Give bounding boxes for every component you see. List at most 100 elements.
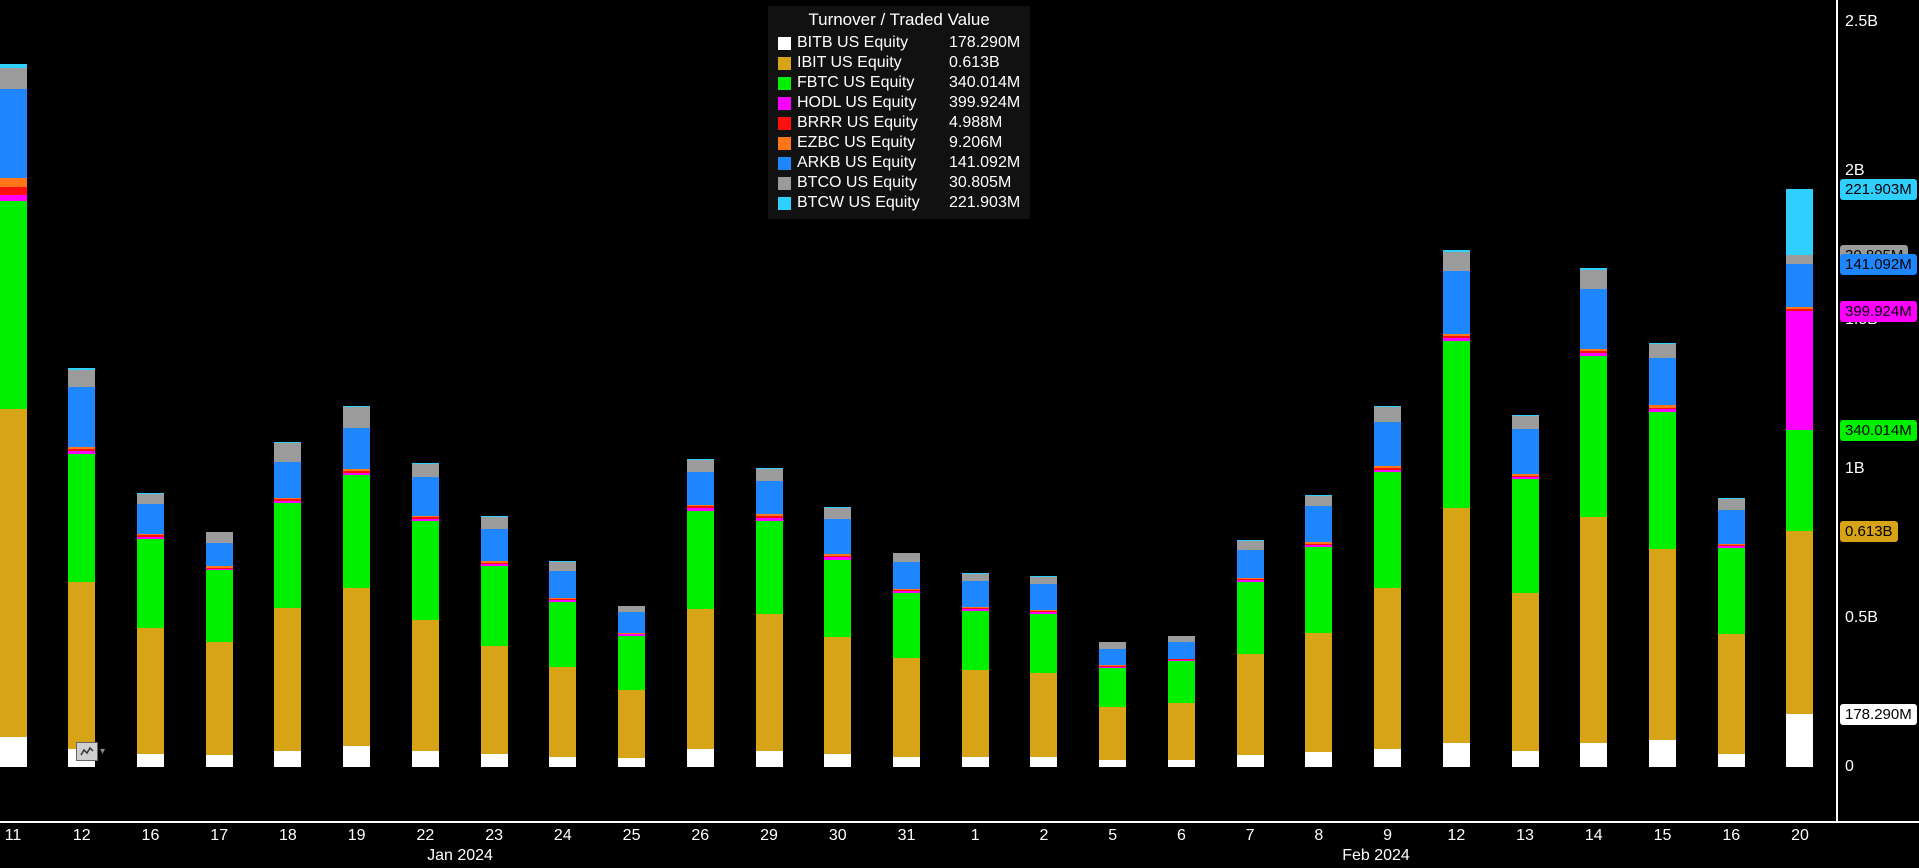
bar-segment-BTCO <box>1237 541 1264 550</box>
bar-12[interactable] <box>1443 250 1470 767</box>
bar-segment-BITB <box>756 751 783 767</box>
bar-segment-BTCO <box>137 494 164 504</box>
bar-segment-BITB <box>1649 740 1676 767</box>
y-tick-label: 0.5B <box>1845 609 1878 627</box>
bar-segment-FBTC <box>824 560 851 637</box>
legend-item[interactable]: EZBC US Equity9.206M <box>778 133 1020 153</box>
legend-item[interactable]: FBTC US Equity340.014M <box>778 73 1020 93</box>
bar-segment-FBTC <box>1512 479 1539 592</box>
bar-segment-ARKB <box>756 481 783 514</box>
legend-item-name: FBTC US Equity <box>797 74 949 92</box>
bar-14[interactable] <box>1580 268 1607 767</box>
legend-item-value: 178.290M <box>949 34 1020 52</box>
x-tick-label: 22 <box>416 827 434 845</box>
bar-segment-HODL <box>1786 311 1813 430</box>
bar-segment-ARKB <box>412 477 439 516</box>
legend-item-value: 141.092M <box>949 154 1020 172</box>
bar-11[interactable] <box>0 64 27 767</box>
legend-item[interactable]: HODL US Equity399.924M <box>778 93 1020 113</box>
bar-segment-BITB <box>1512 751 1539 767</box>
bar-16[interactable] <box>1718 498 1745 767</box>
x-axis-line <box>0 821 1919 823</box>
legend-item[interactable]: ARKB US Equity141.092M <box>778 153 1020 173</box>
bar-segment-BTCO <box>1099 642 1126 649</box>
x-tick-label: 29 <box>760 827 778 845</box>
legend-item-name: BRRR US Equity <box>797 114 949 132</box>
x-tick-label: 8 <box>1314 827 1323 845</box>
bar-8[interactable] <box>1305 495 1332 767</box>
bar-segment-ARKB <box>481 529 508 562</box>
bar-17[interactable] <box>206 532 233 767</box>
bar-1[interactable] <box>962 573 989 767</box>
legend-item[interactable]: BITB US Equity178.290M <box>778 33 1020 53</box>
bar-segment-BTCO <box>68 370 95 388</box>
chevron-down-icon[interactable]: ▾ <box>100 746 105 757</box>
x-tick-label: 2 <box>1039 827 1048 845</box>
bar-segment-FBTC <box>1099 668 1126 707</box>
bar-segment-BTCO <box>1443 252 1470 271</box>
bar-7[interactable] <box>1237 540 1264 767</box>
bar-12[interactable] <box>68 368 95 767</box>
legend-item[interactable]: BTCW US Equity221.903M <box>778 193 1020 213</box>
bar-segment-BITB <box>1168 760 1195 767</box>
bar-segment-IBIT <box>1305 633 1332 752</box>
x-tick-label: 19 <box>348 827 366 845</box>
bar-23[interactable] <box>481 516 508 767</box>
bar-18[interactable] <box>274 442 301 767</box>
legend-item-value: 0.613B <box>949 54 1000 72</box>
bar-segment-IBIT <box>481 646 508 753</box>
legend-item[interactable]: IBIT US Equity0.613B <box>778 53 1020 73</box>
legend-item-name: BTCO US Equity <box>797 174 949 192</box>
x-tick-label: 26 <box>691 827 709 845</box>
bar-segment-FBTC <box>0 201 27 410</box>
bar-segment-IBIT <box>274 608 301 751</box>
x-tick-label: 13 <box>1516 827 1534 845</box>
bar-segment-ARKB <box>1305 506 1332 542</box>
bar-segment-BTCO <box>1649 344 1676 357</box>
bar-29[interactable] <box>756 468 783 767</box>
chart-type-icon <box>76 742 98 761</box>
bar-30[interactable] <box>824 507 851 767</box>
x-tick-label: 20 <box>1791 827 1809 845</box>
bar-16[interactable] <box>137 493 164 767</box>
month-label: Jan 2024 <box>427 847 493 865</box>
bar-segment-IBIT <box>1718 634 1745 753</box>
bar-24[interactable] <box>549 561 576 767</box>
bar-20[interactable] <box>1786 189 1813 767</box>
y-tick-label: 1B <box>1845 460 1865 478</box>
legend-item[interactable]: BRRR US Equity4.988M <box>778 113 1020 133</box>
bar-segment-ARKB <box>618 612 645 633</box>
bar-25[interactable] <box>618 606 645 767</box>
bar-segment-BTCO <box>549 562 576 571</box>
bar-19[interactable] <box>343 406 370 767</box>
legend-item-name: ARKB US Equity <box>797 154 949 172</box>
bar-22[interactable] <box>412 463 439 767</box>
legend-item[interactable]: BTCO US Equity30.805M <box>778 173 1020 193</box>
bar-segment-BITB <box>618 758 645 767</box>
bar-segment-FBTC <box>412 521 439 619</box>
bar-segment-BTCO <box>343 407 370 428</box>
bar-5[interactable] <box>1099 642 1126 767</box>
bar-segment-BTCO <box>824 508 851 518</box>
y-tick-label: 2.5B <box>1845 13 1878 31</box>
bar-segment-ARKB <box>1443 271 1470 334</box>
legend-swatch-icon <box>778 197 791 210</box>
bar-15[interactable] <box>1649 343 1676 767</box>
bar-13[interactable] <box>1512 415 1539 767</box>
bar-segment-BITB <box>824 754 851 767</box>
bar-segment-BITB <box>893 757 920 767</box>
bar-segment-FBTC <box>1237 582 1264 654</box>
chart-area[interactable]: 00.5B1B1.5B2B2.5B 221.903M30.805M141.092… <box>0 0 1919 868</box>
bar-segment-IBIT <box>687 609 714 749</box>
chart-type-button[interactable]: ▾ <box>76 742 105 761</box>
bar-26[interactable] <box>687 459 714 767</box>
bar-segment-FBTC <box>274 503 301 607</box>
bar-segment-BTCO <box>962 574 989 581</box>
bar-segment-IBIT <box>1099 707 1126 761</box>
bar-6[interactable] <box>1168 636 1195 767</box>
bar-31[interactable] <box>893 553 920 768</box>
bar-2[interactable] <box>1030 576 1057 767</box>
bar-9[interactable] <box>1374 406 1401 767</box>
bar-segment-IBIT <box>68 582 95 749</box>
bar-segment-ARKB <box>274 462 301 498</box>
